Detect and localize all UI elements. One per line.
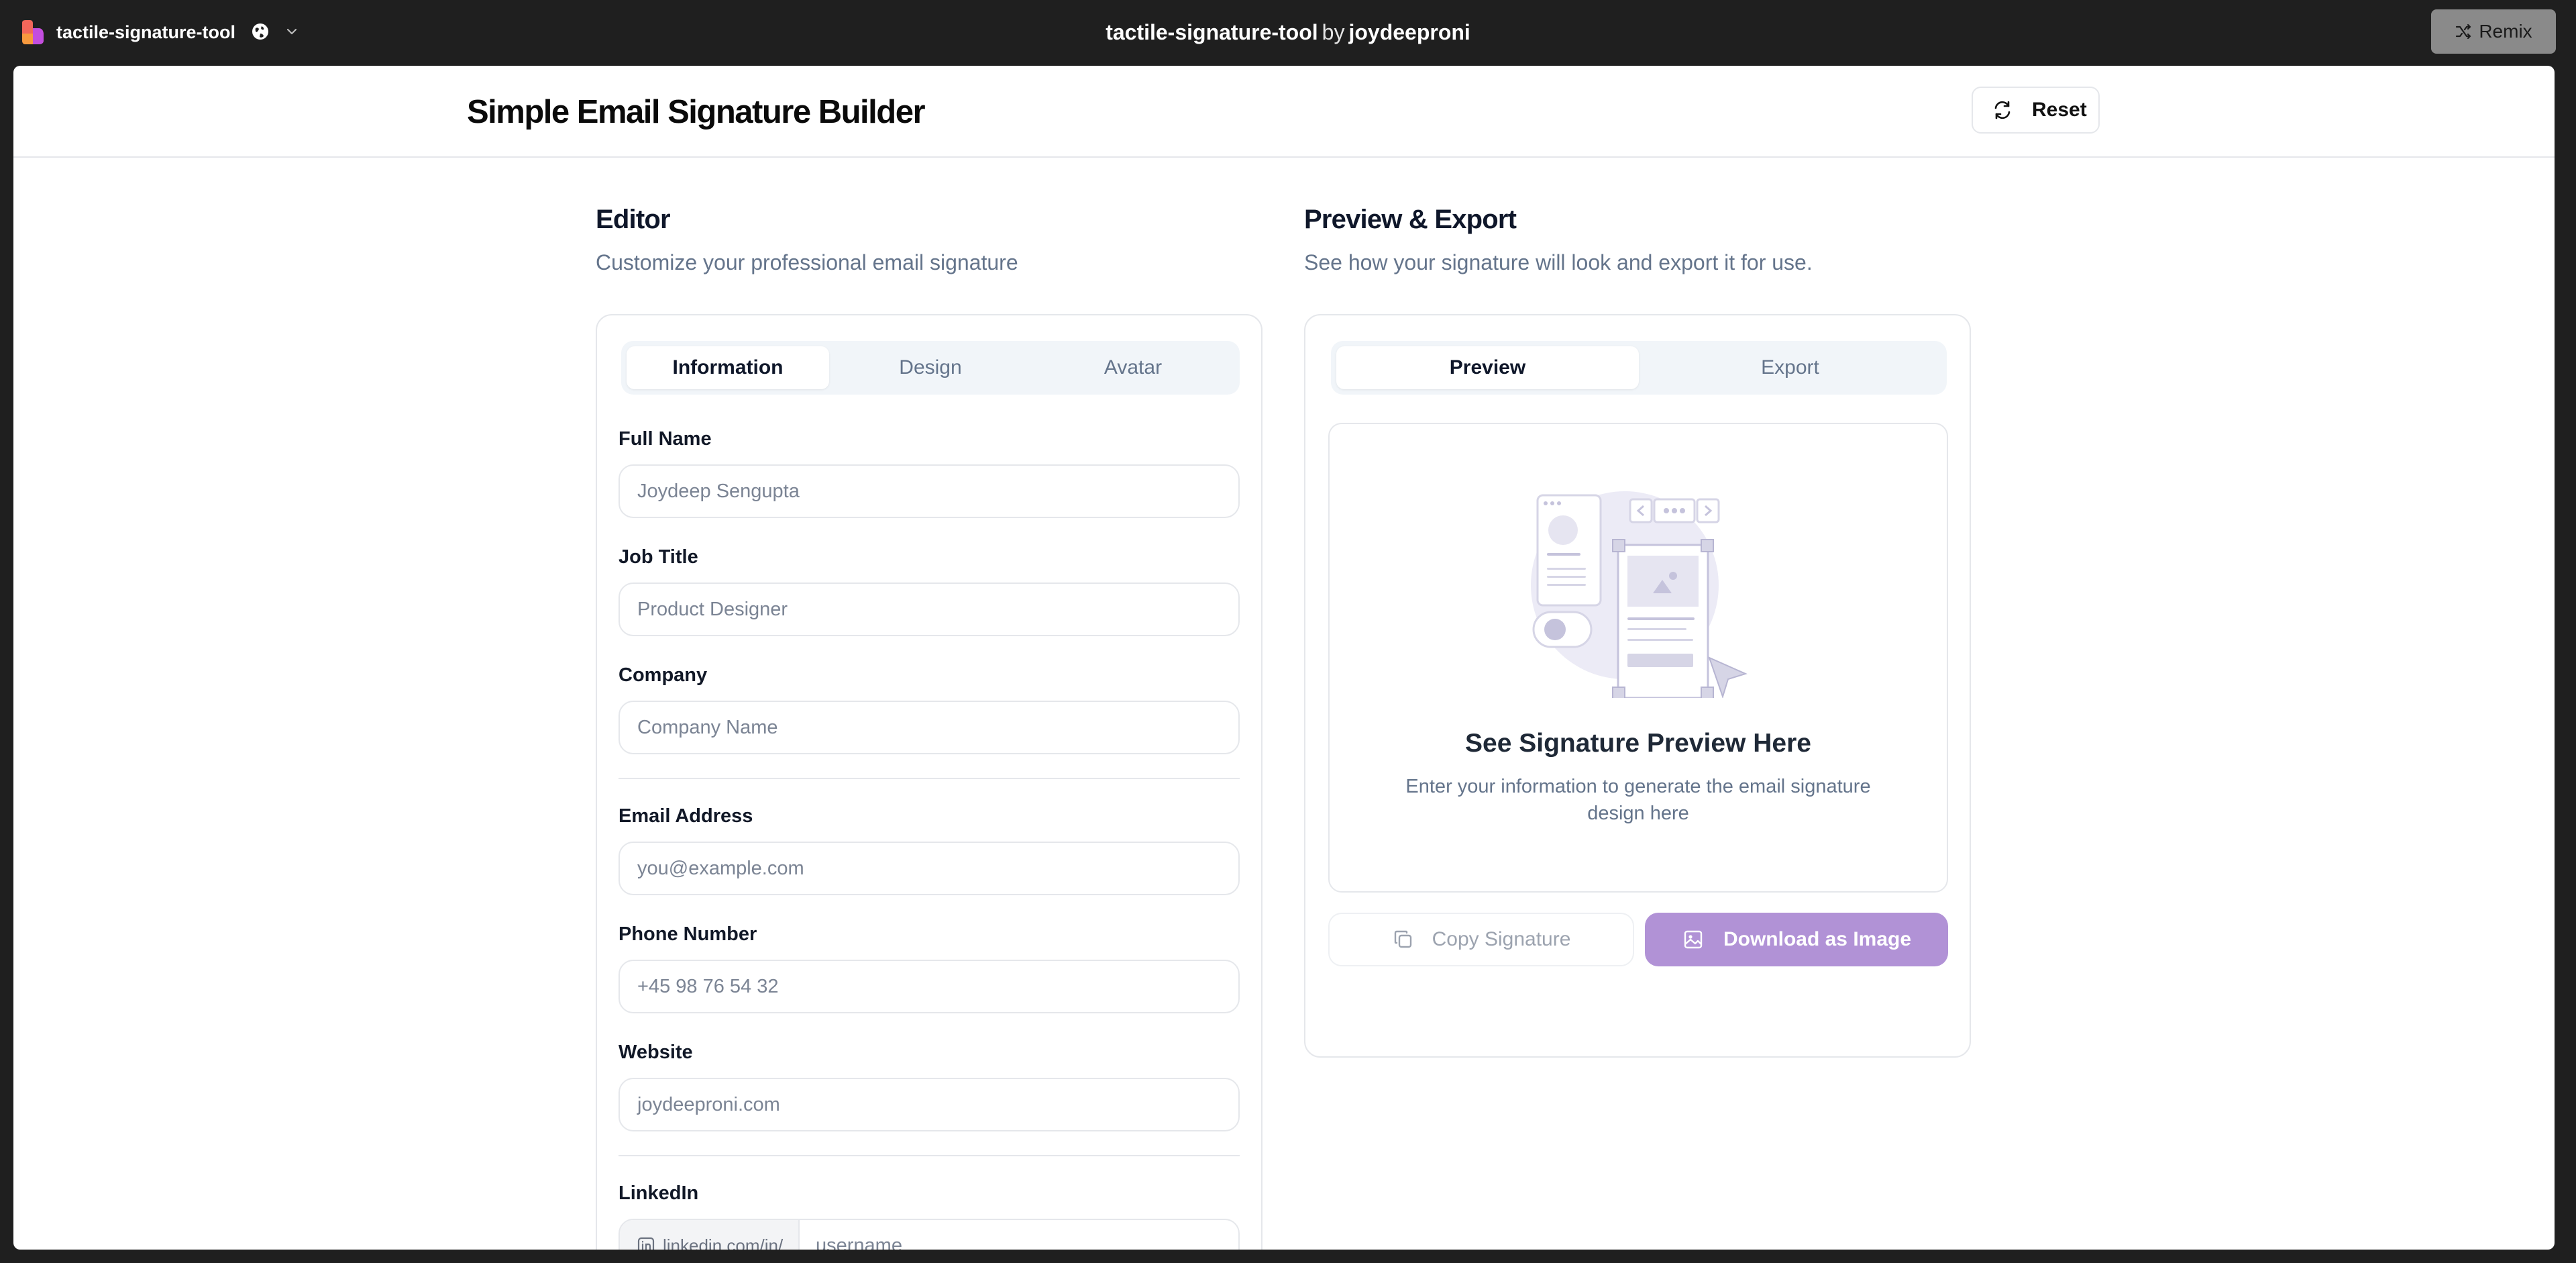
- linkedin-field: linkedin.com/in/ username: [619, 1219, 1240, 1250]
- job-title-input[interactable]: Product Designer: [619, 583, 1240, 636]
- tab-export[interactable]: Export: [1639, 346, 1941, 389]
- linkedin-icon: [637, 1237, 655, 1250]
- preview-card: Preview Export See Signature Preview Her…: [1304, 314, 1971, 1058]
- full-name-label: Full Name: [619, 428, 712, 450]
- preview-empty-text: Enter your information to generate the e…: [1405, 776, 1871, 824]
- by-label: by: [1322, 20, 1345, 44]
- section-divider: [619, 778, 1240, 779]
- company-input[interactable]: Company Name: [619, 701, 1240, 754]
- remix-button[interactable]: Remix: [2431, 9, 2556, 54]
- full-name-input[interactable]: Joydeep Sengupta: [619, 464, 1240, 518]
- preview-title: Preview & Export: [1304, 205, 1517, 234]
- linkedin-label: LinkedIn: [619, 1182, 699, 1204]
- copy-signature-button[interactable]: Copy Signature: [1328, 913, 1634, 966]
- company-label: Company: [619, 664, 708, 686]
- project-title: tactile-signature-tool by joydeeproni: [0, 18, 2576, 46]
- tab-preview[interactable]: Preview: [1336, 346, 1639, 389]
- tab-design[interactable]: Design: [829, 346, 1032, 389]
- section-divider: [619, 1155, 1240, 1156]
- job-title-label: Job Title: [619, 546, 698, 568]
- app-window: Simple Email Signature Builder Reset Edi…: [13, 66, 2555, 1250]
- email-input[interactable]: you@example.com: [619, 842, 1240, 895]
- preview-panel: See Signature Preview Here Enter your in…: [1328, 423, 1948, 893]
- website-label: Website: [619, 1042, 693, 1063]
- shuffle-icon: [2456, 23, 2471, 40]
- website-input[interactable]: joydeeproni.com: [619, 1078, 1240, 1131]
- refresh-icon: [1994, 101, 2010, 119]
- project-name[interactable]: tactile-signature-tool: [1106, 20, 1318, 44]
- phone-input[interactable]: +45 98 76 54 32: [619, 960, 1240, 1013]
- download-image-button[interactable]: Download as Image: [1645, 913, 1948, 966]
- tab-information[interactable]: Information: [627, 346, 829, 389]
- page-title: Simple Email Signature Builder: [467, 94, 926, 130]
- tab-avatar[interactable]: Avatar: [1032, 346, 1234, 389]
- editor-card: Information Design Avatar Full Name Joyd…: [596, 314, 1263, 1250]
- preview-tabs: Preview Export: [1331, 341, 1947, 395]
- preview-empty-title: See Signature Preview Here: [1465, 729, 1811, 758]
- editor-title: Editor: [596, 205, 671, 234]
- author-name[interactable]: joydeeproni: [1348, 20, 1470, 44]
- page-header: Simple Email Signature Builder Reset: [13, 66, 2555, 158]
- copy-icon: [1394, 930, 1411, 948]
- linkedin-prefix: linkedin.com/in/: [620, 1220, 800, 1250]
- email-label: Email Address: [619, 805, 753, 827]
- signature-illustration-icon: [1531, 491, 1748, 698]
- editor-subtitle: Customize your professional email signat…: [596, 250, 1018, 274]
- linkedin-input[interactable]: username: [800, 1220, 1238, 1250]
- download-image-label: Download as Image: [1723, 928, 1912, 950]
- image-icon: [1684, 930, 1703, 949]
- linkedin-prefix-text: linkedin.com/in/: [663, 1235, 784, 1250]
- editor-tabs: Information Design Avatar: [621, 341, 1240, 395]
- remix-label: Remix: [2479, 21, 2532, 42]
- phone-label: Phone Number: [619, 923, 757, 945]
- reset-button[interactable]: Reset: [1972, 87, 2100, 134]
- reset-label: Reset: [2032, 99, 2087, 121]
- top-bar: tactile-signature-tool tactile-signature…: [0, 0, 2576, 64]
- preview-subtitle: See how your signature will look and exp…: [1304, 250, 1813, 274]
- copy-signature-label: Copy Signature: [1432, 928, 1571, 950]
